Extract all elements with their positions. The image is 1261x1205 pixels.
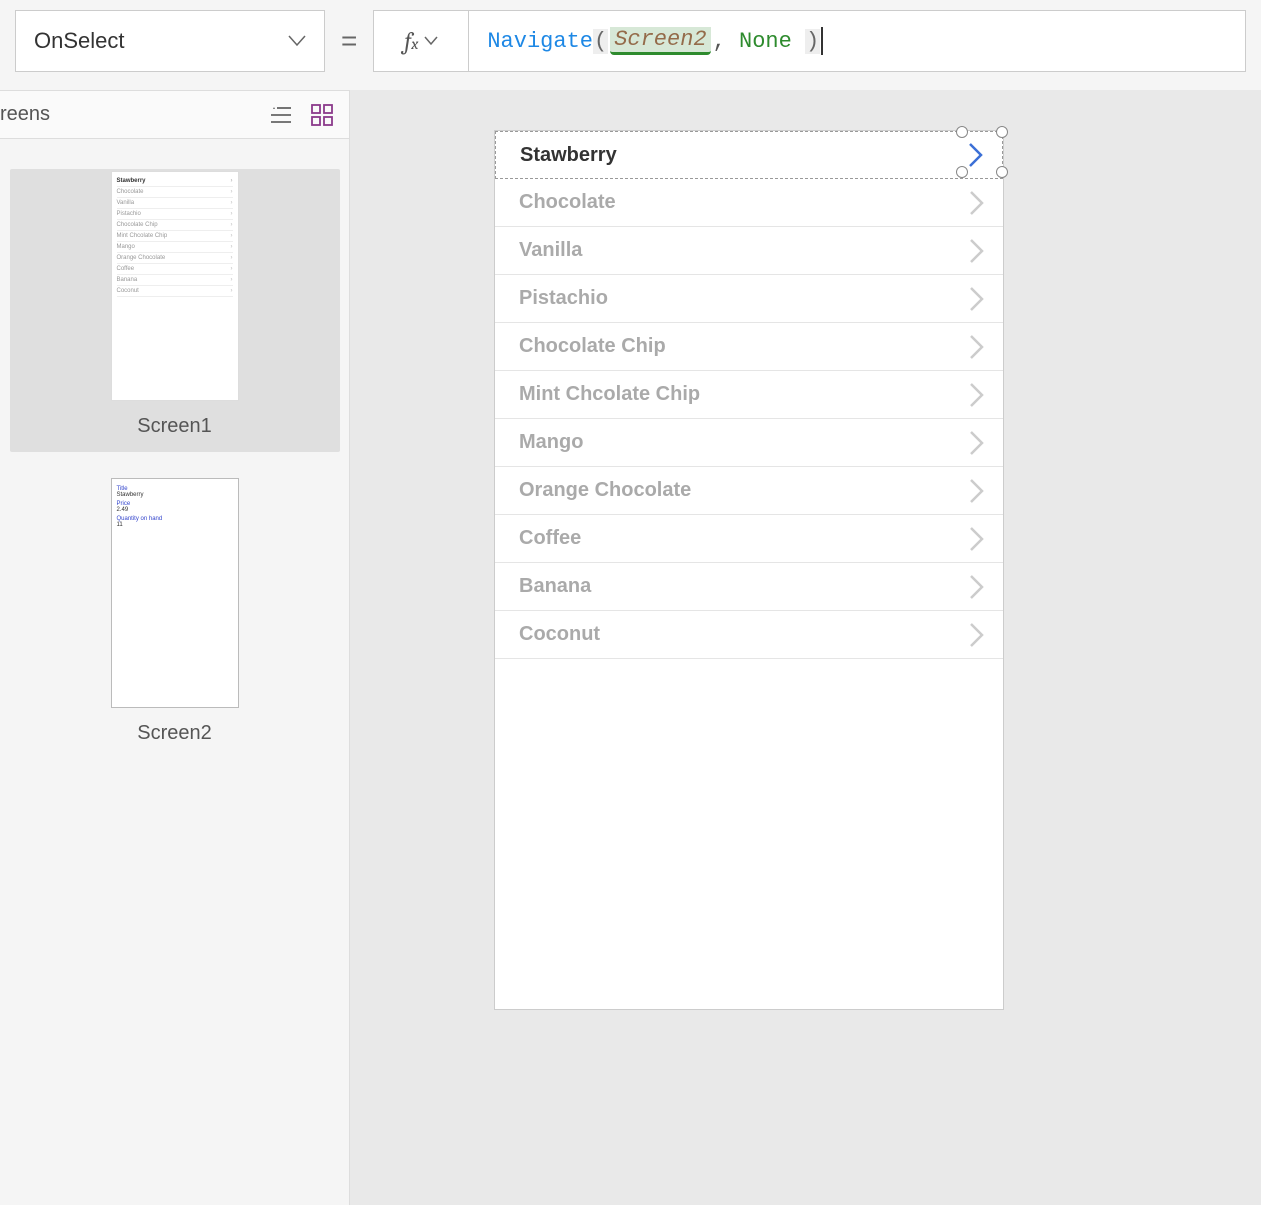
gallery-item-label: Stawberry [520, 144, 617, 167]
gallery-item[interactable]: Mango [495, 419, 1003, 467]
text-cursor [821, 27, 823, 55]
screen2-preview: Title Stawberry Price 2.49 Quantity on h… [111, 478, 239, 708]
screen1-caption: Screen1 [137, 415, 212, 438]
gallery-item-label: Mango [519, 431, 583, 454]
tree-header: reens [0, 91, 349, 139]
thumb1-row: Coffee› [117, 264, 233, 275]
formula-token-open-paren: ( [593, 29, 608, 54]
screen1-preview: Stawberry›Chocolate›Vanilla›Pistachio›Ch… [111, 171, 239, 401]
gallery-item-label: Chocolate [519, 191, 616, 214]
gallery-item[interactable]: Vanilla [495, 227, 1003, 275]
thumb1-row: Mint Chcolate Chip› [117, 231, 233, 242]
chevron-down-icon [288, 35, 306, 47]
thumb1-row: Mango› [117, 242, 233, 253]
formula-token-arg2: None [739, 29, 792, 54]
property-dropdown[interactable]: OnSelect [15, 10, 325, 72]
gallery-item-label: Banana [519, 575, 591, 598]
chevron-right-icon[interactable] [968, 142, 984, 168]
thumb2-val-title: Stawberry [117, 492, 233, 498]
formula-token-comma: , [713, 29, 726, 54]
chevron-right-icon [969, 622, 985, 648]
thumb1-row: Chocolate› [117, 187, 233, 198]
fx-icon: fx [404, 27, 418, 55]
chevron-right-icon [969, 478, 985, 504]
chevron-right-icon [969, 190, 985, 216]
thumb2-val-qty: 11 [117, 522, 233, 528]
collapse-icon[interactable] [269, 106, 291, 124]
gallery-item-label: Coconut [519, 623, 600, 646]
gallery-item[interactable]: Pistachio [495, 275, 1003, 323]
equals-sign: = [337, 25, 361, 57]
fx-button[interactable]: fx [373, 10, 468, 72]
thumb1-row: Stawberry› [117, 176, 233, 187]
chevron-right-icon [969, 382, 985, 408]
gallery-item-label: Pistachio [519, 287, 608, 310]
thumb1-row: Banana› [117, 275, 233, 286]
main-area: reens Stawberry›Chocolate›Vanilla›Pi [0, 90, 1261, 1205]
tree-title: reens [0, 103, 50, 126]
gallery-item-label: Mint Chcolate Chip [519, 383, 700, 406]
gallery-item[interactable]: Chocolate Chip [495, 323, 1003, 371]
thumb1-row: Coconut› [117, 286, 233, 297]
thumb2-val-price: 2.49 [117, 507, 233, 513]
gallery-item-label: Vanilla [519, 239, 582, 262]
thumb1-row: Orange Chocolate› [117, 253, 233, 264]
formula-token-close-paren: ) [805, 29, 820, 54]
chevron-right-icon [969, 430, 985, 456]
gallery-item[interactable]: Coconut [495, 611, 1003, 659]
thumb1-row: Vanilla› [117, 198, 233, 209]
chevron-right-icon [969, 526, 985, 552]
gallery-item[interactable]: Banana [495, 563, 1003, 611]
chevron-right-icon [969, 286, 985, 312]
property-dropdown-label: OnSelect [34, 28, 125, 54]
app-preview: Stawberry Chocolate Vanilla Pistachio Chocol… [494, 130, 1004, 1010]
formula-wrap: fx Navigate( Screen2, None ) [373, 10, 1246, 72]
gallery-item[interactable]: Coffee [495, 515, 1003, 563]
formula-bar-row: OnSelect = fx Navigate( Screen2, None ) [0, 0, 1261, 90]
thumb1-row: Chocolate Chip› [117, 220, 233, 231]
gallery-item-label: Orange Chocolate [519, 479, 691, 502]
gallery-item[interactable]: Chocolate [495, 179, 1003, 227]
gallery-item[interactable]: Mint Chcolate Chip [495, 371, 1003, 419]
tree-header-icons [269, 104, 333, 126]
formula-token-arg1: Screen2 [610, 27, 710, 55]
gallery-item[interactable]: Orange Chocolate [495, 467, 1003, 515]
gallery-item-label: Chocolate Chip [519, 335, 666, 358]
chevron-right-icon [969, 574, 985, 600]
formula-input[interactable]: Navigate( Screen2, None ) [468, 10, 1246, 72]
chevron-right-icon [969, 238, 985, 264]
screen-thumb-screen1[interactable]: Stawberry›Chocolate›Vanilla›Pistachio›Ch… [10, 169, 340, 452]
grid-view-icon[interactable] [311, 104, 333, 126]
chevron-down-icon [424, 36, 438, 46]
thumb1-row: Pistachio› [117, 209, 233, 220]
gallery-item[interactable]: Stawberry [495, 131, 1003, 179]
tree-view-panel: reens Stawberry›Chocolate›Vanilla›Pi [0, 90, 350, 1205]
canvas-area[interactable]: Stawberry Chocolate Vanilla Pistachio Chocol… [350, 90, 1261, 1205]
formula-token-function: Navigate [487, 29, 593, 54]
gallery-item-label: Coffee [519, 527, 581, 550]
screen2-caption: Screen2 [137, 722, 212, 745]
chevron-right-icon [969, 334, 985, 360]
screen-thumbnails: Stawberry›Chocolate›Vanilla›Pistachio›Ch… [0, 139, 349, 783]
screen-thumb-screen2[interactable]: Title Stawberry Price 2.49 Quantity on h… [10, 476, 340, 759]
